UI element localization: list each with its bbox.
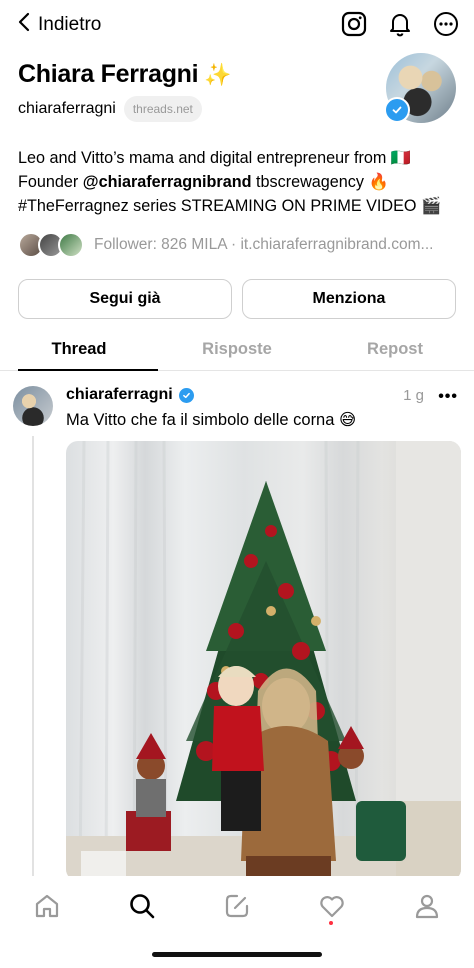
more-circle-icon[interactable] [432, 10, 460, 38]
followers-count-link[interactable]: Follower: 826 MILA · it.chiaraferragnibr… [94, 236, 433, 254]
instagram-icon[interactable] [340, 10, 368, 38]
brand-mention-link[interactable]: @chiaraferragnibrand [83, 173, 252, 191]
back-label: Indietro [38, 14, 102, 35]
home-indicator [152, 952, 322, 957]
post-author[interactable]: chiaraferragni [66, 386, 194, 404]
profile-handle: chiaraferragni [18, 100, 116, 117]
post-text: Ma Vitto che fa il simbolo delle corna 😅 [66, 411, 357, 429]
thread-connector-line [32, 436, 34, 876]
post-timestamp: 1 g [403, 387, 424, 404]
threads-domain-pill[interactable]: threads.net [123, 96, 202, 122]
verified-badge-icon [384, 97, 410, 123]
christmas-tree-photo-illustration [66, 441, 461, 881]
followers-row[interactable]: Follower: 826 MILA · it.chiaraferragnibr… [18, 232, 433, 258]
chevron-left-icon [18, 12, 30, 38]
notification-dot [329, 921, 333, 925]
bio-line-3: #TheFerragnez series STREAMING ON PRIME … [18, 197, 442, 215]
profile-icon[interactable] [411, 890, 443, 922]
bio-agency: tbscrewagency 🔥 [251, 173, 389, 191]
tab-replies[interactable]: Risposte [158, 330, 316, 370]
follower-avatar [58, 232, 84, 258]
post-author-avatar[interactable] [13, 386, 53, 426]
tab-reposts[interactable]: Repost [316, 330, 474, 370]
profile-name-text: Chiara Ferragni [18, 60, 199, 88]
mention-button[interactable]: Menziona [242, 279, 456, 319]
profile-name: Chiara Ferragni ✨ [18, 60, 232, 89]
bio-line-1: Leo and Vitto’s mama and digital entrepr… [18, 149, 411, 167]
bio-line-2: Founder @chiaraferragnibrand tbscrewagen… [18, 170, 458, 194]
profile-bio: Leo and Vitto’s mama and digital entrepr… [18, 146, 458, 218]
top-bar: Indietro [0, 0, 474, 50]
compose-icon[interactable] [221, 890, 253, 922]
bell-icon[interactable] [386, 10, 414, 38]
search-icon[interactable] [126, 890, 158, 922]
following-button[interactable]: Segui già [18, 279, 232, 319]
profile-avatar[interactable] [384, 53, 456, 123]
post-more-button[interactable]: ••• [438, 388, 458, 406]
handle-row: chiaraferragni threads.net [18, 96, 202, 122]
bio-founder: Founder [18, 173, 83, 191]
post-photo[interactable] [66, 441, 461, 881]
sparkles-emoji: ✨ [204, 62, 232, 87]
post-username: chiaraferragni [66, 386, 173, 403]
verified-badge-icon [178, 387, 194, 403]
tab-thread[interactable]: Thread [0, 330, 158, 371]
home-icon[interactable] [31, 890, 63, 922]
profile-tabs: Thread Risposte Repost [0, 330, 474, 371]
follower-avatars [18, 232, 84, 258]
back-button[interactable]: Indietro [18, 12, 101, 38]
heart-icon[interactable] [316, 890, 348, 922]
